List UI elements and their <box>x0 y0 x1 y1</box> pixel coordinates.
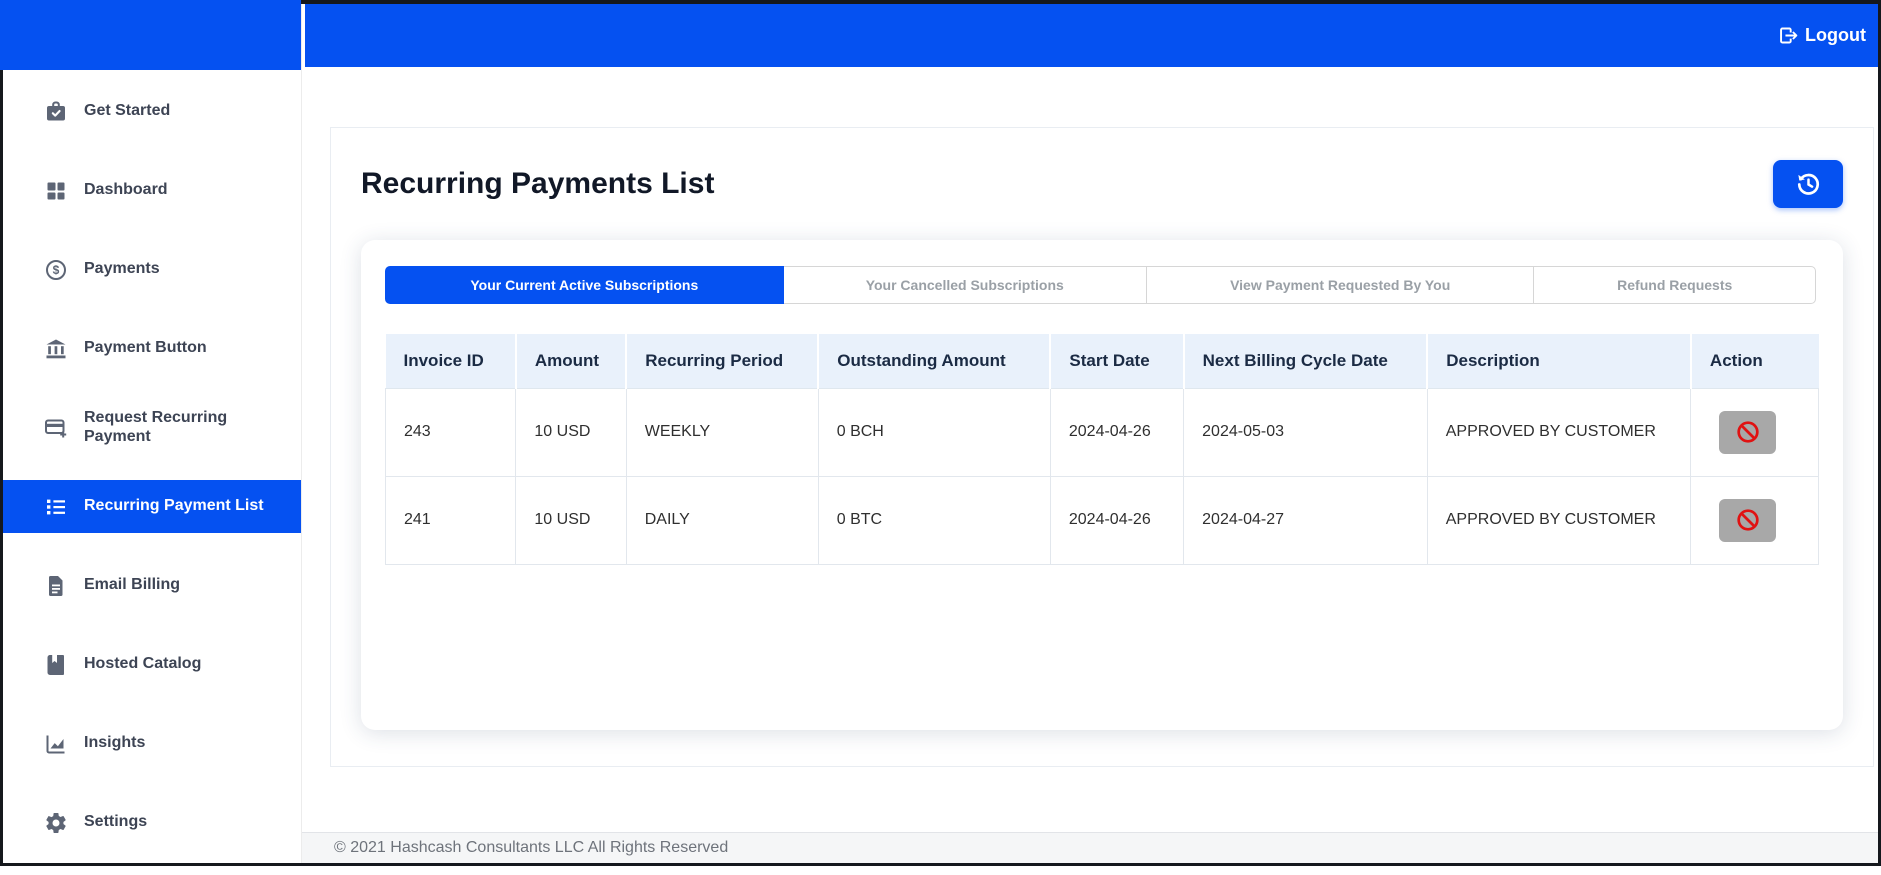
sidebar-item-payment-button[interactable]: Payment Button <box>3 322 301 375</box>
sidebar-nav: Get Started Dashboard $ Payments Payment… <box>3 70 301 875</box>
ban-icon <box>1735 507 1761 533</box>
sidebar-item-insights[interactable]: Insights <box>3 717 301 770</box>
sidebar-item-label: Hosted Catalog <box>84 655 202 673</box>
sidebar-item-label: Dashboard <box>84 181 168 199</box>
tab-view-payment-requested[interactable]: View Payment Requested By You <box>1145 266 1535 304</box>
cell-recurring-period: DAILY <box>625 475 819 565</box>
app-window: Get Started Dashboard $ Payments Payment… <box>0 0 1881 866</box>
dollar-circle-icon: $ <box>43 257 69 283</box>
tab-refund-requests[interactable]: Refund Requests <box>1533 266 1816 304</box>
column-header-start-date: Start Date <box>1049 334 1185 389</box>
column-header-action: Action <box>1689 334 1819 389</box>
content-region: Recurring Payments List Your Current Act… <box>302 67 1878 832</box>
list-icon <box>43 494 69 520</box>
column-header-next-billing-cycle-date: Next Billing Cycle Date <box>1182 334 1429 389</box>
sidebar-item-payments[interactable]: $ Payments <box>3 243 301 296</box>
bank-icon <box>43 336 69 362</box>
cell-amount: 10 USD <box>515 387 627 477</box>
cell-invoice-id: 243 <box>384 387 517 477</box>
cell-outstanding-amount: 0 BTC <box>817 475 1051 565</box>
subscriptions-panel: Your Current Active Subscriptions Your C… <box>361 240 1843 730</box>
cell-outstanding-amount: 0 BCH <box>817 387 1051 477</box>
table-header: Invoice ID Amount Recurring Period Outst… <box>385 334 1819 389</box>
svg-text:$: $ <box>53 263 60 277</box>
ban-icon <box>1735 419 1761 445</box>
brand-block <box>0 0 301 70</box>
column-header-outstanding-amount: Outstanding Amount <box>817 334 1052 389</box>
cell-start-date: 2024-04-26 <box>1049 475 1185 565</box>
column-header-recurring-period: Recurring Period <box>625 334 820 389</box>
sign-out-icon <box>1778 25 1799 46</box>
credit-card-plus-icon <box>43 415 69 441</box>
cell-action <box>1690 475 1819 565</box>
book-icon <box>43 652 69 678</box>
subscriptions-table: Invoice ID Amount Recurring Period Outst… <box>384 334 1819 565</box>
sidebar-item-email-billing[interactable]: Email Billing <box>3 559 301 612</box>
sidebar-item-hosted-catalog[interactable]: Hosted Catalog <box>3 638 301 691</box>
sidebar-item-label: Insights <box>84 734 146 752</box>
sidebar-item-label: Request Recurring Payment <box>84 409 228 445</box>
history-refresh-icon <box>1795 171 1822 198</box>
sidebar-item-recurring-payment-list[interactable]: Recurring Payment List <box>3 480 301 533</box>
subscription-tabs: Your Current Active Subscriptions Your C… <box>385 266 1819 304</box>
sidebar-item-request-recurring-payment[interactable]: Request Recurring Payment <box>3 401 301 454</box>
footer-bar: © 2021 Hashcash Consultants LLC All Righ… <box>302 832 1878 863</box>
refresh-button[interactable] <box>1773 160 1843 208</box>
logout-label: Logout <box>1805 25 1866 45</box>
sidebar-item-label: Payment Button <box>84 339 207 357</box>
page-title: Recurring Payments List <box>361 167 715 200</box>
cell-start-date: 2024-04-26 <box>1049 387 1185 477</box>
sidebar-item-dashboard[interactable]: Dashboard <box>3 164 301 217</box>
logout-button[interactable]: Logout <box>1772 24 1872 47</box>
tab-cancelled-subscriptions[interactable]: Your Cancelled Subscriptions <box>782 266 1147 304</box>
cancel-subscription-button[interactable] <box>1719 410 1777 454</box>
document-icon <box>43 573 69 599</box>
column-header-description: Description <box>1426 334 1692 389</box>
table-row: 241 10 USD DAILY 0 BTC 2024-04-26 2024-0… <box>384 475 1819 565</box>
cancel-subscription-button[interactable] <box>1719 498 1777 542</box>
recurring-payments-card: Recurring Payments List Your Current Act… <box>330 127 1874 767</box>
chart-line-icon <box>43 731 69 757</box>
cell-amount: 10 USD <box>515 475 627 565</box>
sidebar-item-label: Recurring Payment List <box>84 497 264 515</box>
top-header-bar: Logout <box>305 4 1878 67</box>
cell-invoice-id: 241 <box>384 475 517 565</box>
main-area: Logout Recurring Payments List Your Curr… <box>302 4 1878 863</box>
card-header: Recurring Payments List <box>361 128 1843 240</box>
cell-action <box>1690 387 1819 477</box>
table-row: 243 10 USD WEEKLY 0 BCH 2024-04-26 2024-… <box>384 387 1819 477</box>
sidebar-item-label: Payments <box>84 260 160 278</box>
cell-description: APPROVED BY CUSTOMER <box>1426 387 1692 477</box>
cell-next-billing-cycle-date: 2024-05-03 <box>1183 387 1428 477</box>
briefcase-check-icon <box>43 99 69 125</box>
sidebar-item-label: Email Billing <box>84 576 181 594</box>
copyright-text: © 2021 Hashcash Consultants LLC All Righ… <box>334 839 729 856</box>
tab-current-active-subscriptions[interactable]: Your Current Active Subscriptions <box>385 266 784 304</box>
column-header-invoice-id: Invoice ID <box>385 334 517 389</box>
cell-description: APPROVED BY CUSTOMER <box>1426 475 1692 565</box>
sidebar-item-get-started[interactable]: Get Started <box>3 85 301 138</box>
gear-icon <box>43 810 69 836</box>
cell-recurring-period: WEEKLY <box>625 387 819 477</box>
sidebar-item-label: Settings <box>84 813 148 831</box>
cell-next-billing-cycle-date: 2024-04-27 <box>1183 475 1428 565</box>
column-header-amount: Amount <box>514 334 628 389</box>
sidebar-item-settings[interactable]: Settings <box>3 796 301 849</box>
sidebar-item-label: Get Started <box>84 102 171 120</box>
grid-icon <box>43 178 69 204</box>
sidebar: Get Started Dashboard $ Payments Payment… <box>3 4 302 863</box>
